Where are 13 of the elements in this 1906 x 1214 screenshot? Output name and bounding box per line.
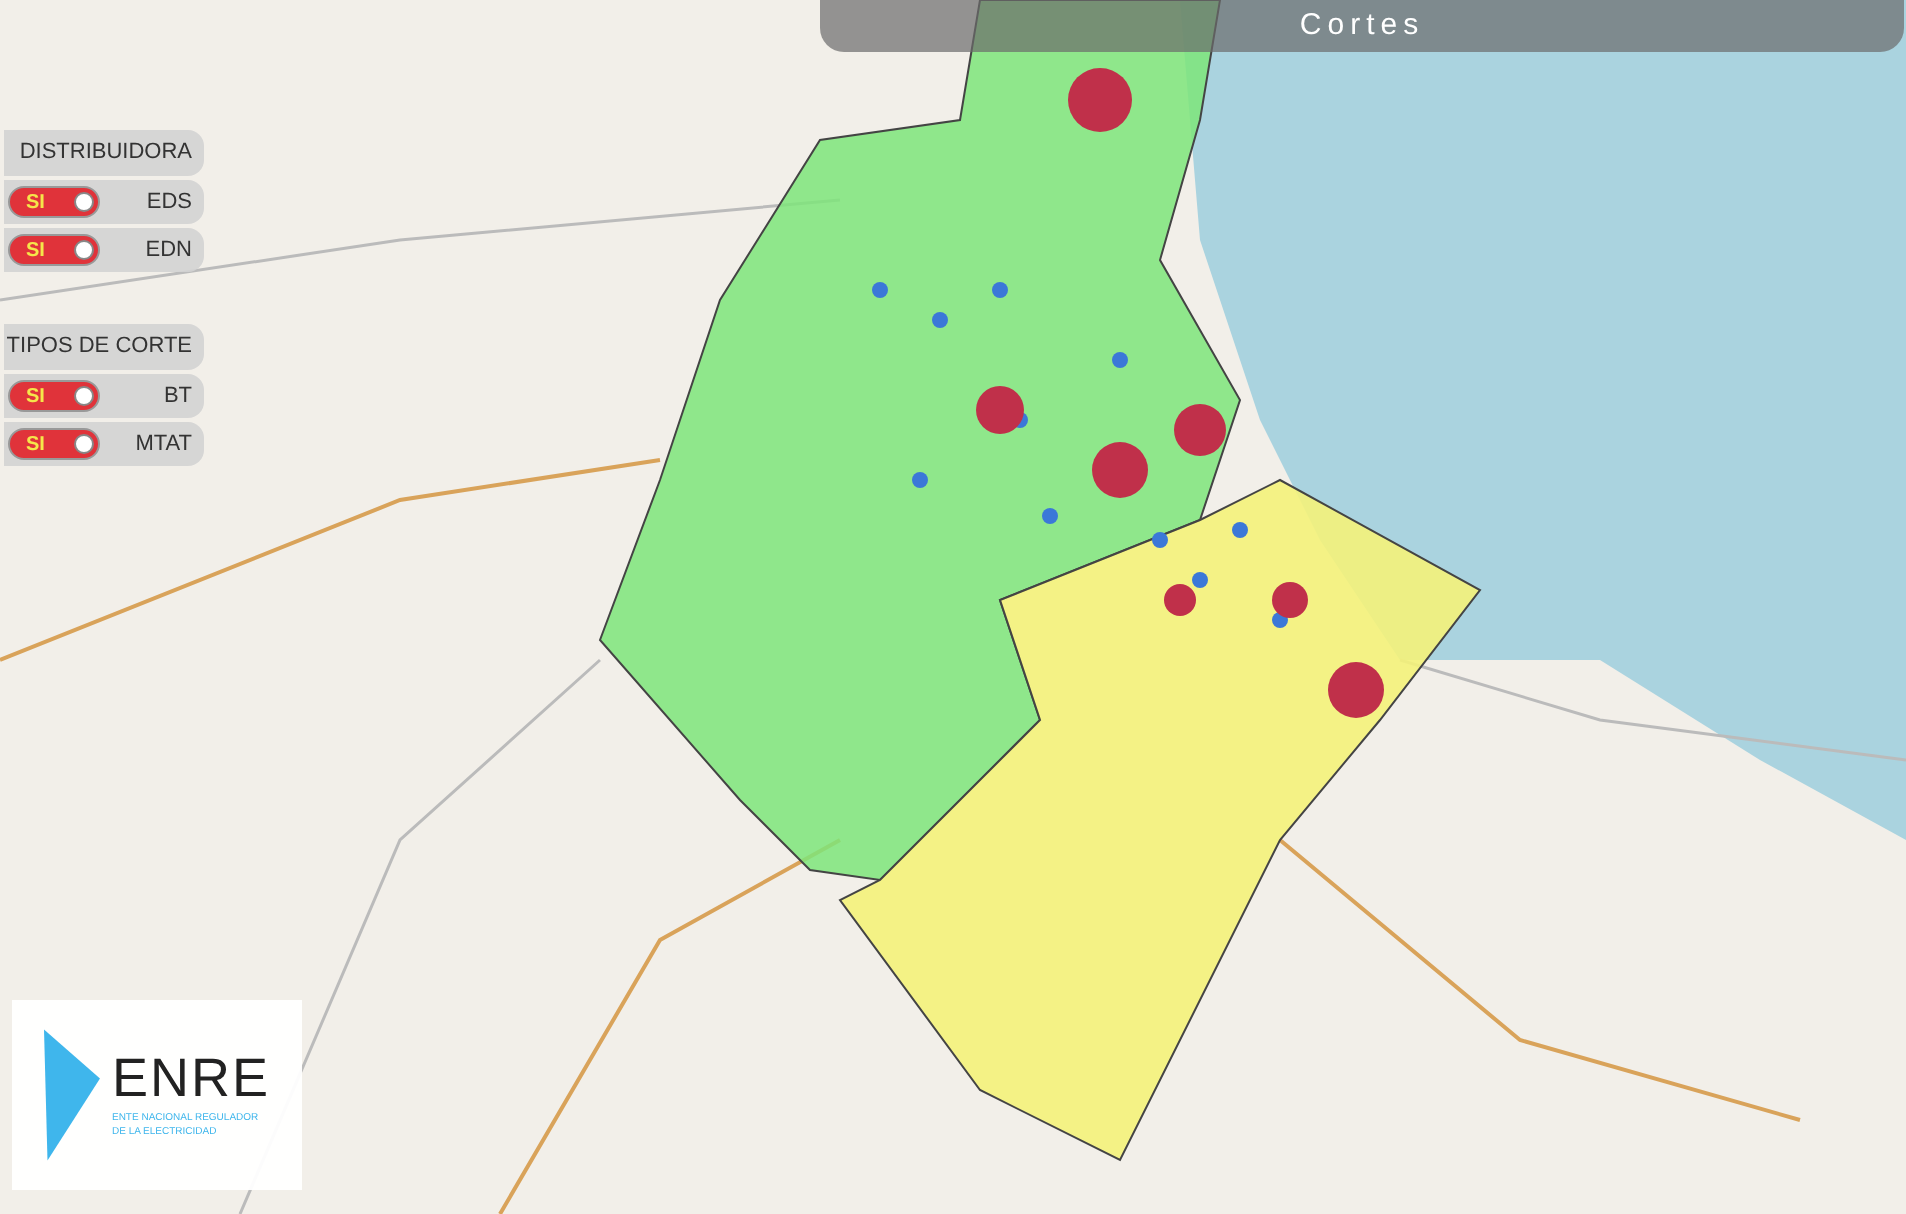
- toggle-label: BT: [163, 381, 192, 412]
- toggle-switch[interactable]: SI: [8, 380, 100, 412]
- group-heading: TIPOS DE CORTE: [4, 324, 204, 370]
- toggle-label: EDN: [145, 235, 192, 266]
- toggle-label: EDS: [146, 187, 192, 218]
- toggle-switch[interactable]: SI: [8, 234, 100, 266]
- toggle-switch[interactable]: SI: [8, 428, 100, 460]
- map-drawing[interactable]: [0, 0, 1906, 1214]
- logo-name: ENRE: [111, 1051, 270, 1105]
- group-heading: DISTRIBUIDORA: [4, 130, 204, 176]
- title: Cortes: [1299, 5, 1425, 46]
- toggle-switch[interactable]: SI: [8, 186, 100, 218]
- toggle-label: MTAT: [135, 429, 192, 460]
